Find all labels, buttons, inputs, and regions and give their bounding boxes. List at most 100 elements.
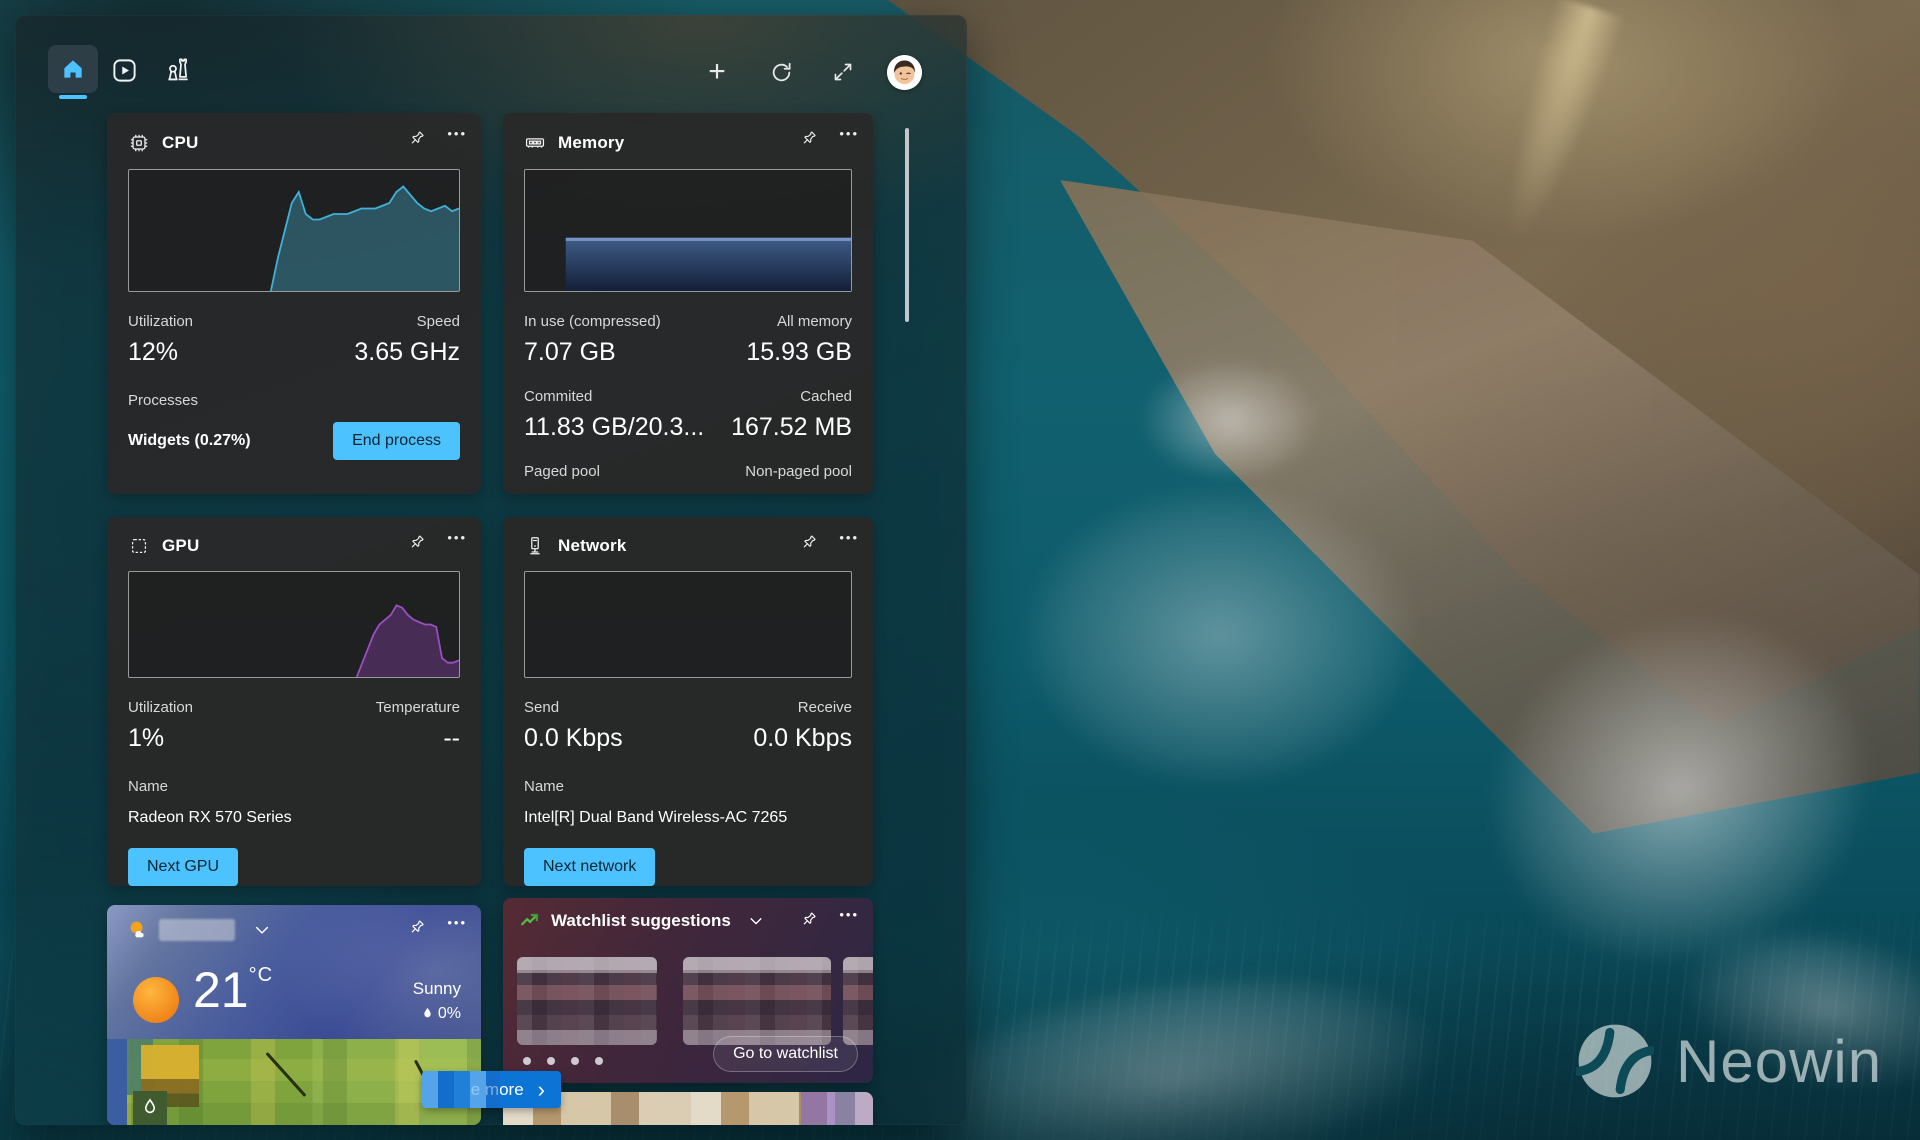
precipitation-map-button[interactable] bbox=[133, 1091, 167, 1125]
see-more-blur-block bbox=[422, 1071, 500, 1108]
nav-entertainment-button[interactable] bbox=[111, 57, 138, 84]
nav-games-button[interactable] bbox=[163, 55, 193, 85]
nav-home-active-indicator bbox=[59, 95, 87, 99]
network-receive-label: Receive bbox=[797, 699, 852, 716]
cpu-utilization-graph bbox=[128, 169, 460, 292]
memory-all-value: 15.93 GB bbox=[746, 338, 852, 366]
ticker-card-blurred bbox=[517, 957, 657, 1045]
neowin-watermark: Neowin bbox=[1576, 1022, 1882, 1100]
more-options-icon[interactable]: ••• bbox=[447, 126, 467, 141]
more-options-icon[interactable]: ••• bbox=[839, 907, 859, 922]
wallpaper-sea-foam bbox=[1100, 330, 1360, 510]
network-send-value: 0.0 Kbps bbox=[524, 724, 623, 752]
cpu-utilization-label: Utilization bbox=[128, 313, 194, 330]
memory-all-label: All memory bbox=[776, 313, 852, 330]
end-process-button[interactable]: End process bbox=[333, 422, 460, 460]
neowin-logo-icon bbox=[1576, 1024, 1654, 1098]
memory-inuse-value: 7.07 GB bbox=[524, 338, 616, 366]
expand-icon bbox=[834, 63, 852, 81]
network-send-label: Send bbox=[524, 699, 560, 716]
ticker-card-blurred bbox=[843, 957, 873, 1045]
chevron-down-icon[interactable] bbox=[252, 920, 272, 940]
widgets-panel: + CPU Utilization Speed 12% 3.65 GHz Pro… bbox=[15, 15, 967, 1125]
cpu-top-process-name: Widgets (0.27%) bbox=[128, 432, 251, 449]
temperature-value: 21°C bbox=[193, 962, 274, 1018]
map-road-line bbox=[265, 1051, 307, 1098]
add-widget-button[interactable]: + bbox=[703, 55, 731, 88]
widget-title: Watchlist suggestions bbox=[551, 911, 731, 930]
network-throughput-graph bbox=[524, 571, 852, 678]
home-icon bbox=[64, 60, 82, 78]
memory-ram-icon bbox=[524, 132, 546, 154]
chevron-right-icon: › bbox=[537, 1076, 545, 1102]
play-icon bbox=[113, 59, 136, 82]
refresh-icon bbox=[772, 62, 791, 81]
memory-cached-label: Cached bbox=[800, 388, 852, 405]
expand-button[interactable] bbox=[829, 58, 857, 86]
memory-pagedpool-label: Paged pool bbox=[524, 463, 600, 480]
network-receive-value: 0.0 Kbps bbox=[753, 724, 852, 752]
nav-home-button[interactable] bbox=[48, 45, 98, 93]
gpu-chip-icon bbox=[128, 535, 150, 557]
go-to-watchlist-button[interactable]: Go to watchlist bbox=[713, 1036, 858, 1072]
see-more-button[interactable]: e more › bbox=[422, 1071, 561, 1108]
droplet-outline-icon bbox=[144, 1098, 156, 1114]
network-name-value: Intel[R] Dual Band Wireless-AC 7265 bbox=[524, 809, 788, 826]
pagination-dots[interactable] bbox=[523, 1057, 603, 1065]
next-gpu-button[interactable]: Next GPU bbox=[128, 848, 239, 886]
widget-title: GPU bbox=[162, 536, 200, 555]
user-avatar[interactable] bbox=[887, 55, 922, 90]
sun-cloud-icon bbox=[130, 921, 144, 938]
more-options-icon[interactable]: ••• bbox=[839, 126, 859, 141]
pin-icon[interactable] bbox=[799, 533, 819, 553]
avatar-memoji-icon bbox=[887, 55, 922, 90]
network-device-icon bbox=[524, 535, 546, 557]
location-name-blurred[interactable] bbox=[159, 918, 235, 941]
chevron-down-icon[interactable] bbox=[747, 912, 765, 930]
weather-condition: Sunny bbox=[412, 979, 461, 998]
pin-icon[interactable] bbox=[407, 129, 427, 149]
chess-pieces-icon bbox=[168, 58, 188, 81]
gpu-temperature-label: Temperature bbox=[375, 699, 460, 716]
cpu-processes-label: Processes bbox=[128, 392, 199, 409]
network-widget: Network Send Receive 0.0 Kbps 0.0 Kbps N… bbox=[503, 517, 873, 886]
gpu-temperature-value: -- bbox=[443, 724, 460, 752]
memory-nonpagedpool-label: Non-paged pool bbox=[745, 463, 852, 480]
cpu-speed-value: 3.65 GHz bbox=[354, 338, 460, 366]
more-options-icon[interactable]: ••• bbox=[447, 915, 467, 930]
memory-composition-graph bbox=[524, 169, 852, 292]
ticker-card-blurred bbox=[683, 957, 831, 1045]
cpu-widget: CPU Utilization Speed 12% 3.65 GHz Proce… bbox=[107, 113, 481, 494]
gpu-utilization-value: 1% bbox=[128, 724, 165, 752]
more-options-icon[interactable]: ••• bbox=[447, 530, 467, 545]
widget-title: Memory bbox=[558, 133, 625, 152]
next-network-button[interactable]: Next network bbox=[524, 848, 656, 886]
map-water-block bbox=[107, 1039, 127, 1125]
cpu-utilization-value: 12% bbox=[128, 338, 179, 366]
widget-title: CPU bbox=[162, 133, 199, 152]
panel-scrollbar[interactable] bbox=[905, 128, 909, 322]
more-options-icon[interactable]: ••• bbox=[839, 530, 859, 545]
gpu-widget: GPU Utilization Temperature 1% -- Name R… bbox=[107, 517, 481, 886]
droplet-icon bbox=[424, 1007, 431, 1018]
widget-title: Network bbox=[558, 536, 627, 555]
temperature-unit: °C bbox=[248, 964, 274, 986]
refresh-button[interactable] bbox=[767, 58, 795, 86]
precipitation-value: 0% bbox=[437, 1005, 461, 1022]
gpu-utilization-label: Utilization bbox=[128, 699, 194, 716]
gpu-name-value: Radeon RX 570 Series bbox=[128, 809, 292, 826]
pin-icon[interactable] bbox=[799, 910, 819, 930]
memory-inuse-label: In use (compressed) bbox=[524, 313, 661, 330]
network-name-label: Name bbox=[524, 778, 565, 795]
pin-icon[interactable] bbox=[407, 918, 427, 938]
memory-widget: Memory In use (compressed) All memory 7.… bbox=[503, 113, 873, 494]
pin-icon[interactable] bbox=[407, 533, 427, 553]
neowin-logo-text: Neowin bbox=[1676, 1027, 1883, 1095]
cpu-chip-icon bbox=[128, 132, 150, 154]
gpu-utilization-graph bbox=[128, 571, 460, 678]
stocks-arrow-icon bbox=[521, 913, 539, 926]
plus-icon: + bbox=[708, 55, 726, 88]
pin-icon[interactable] bbox=[799, 129, 819, 149]
sunny-icon bbox=[133, 977, 179, 1023]
cpu-speed-label: Speed bbox=[416, 313, 460, 330]
